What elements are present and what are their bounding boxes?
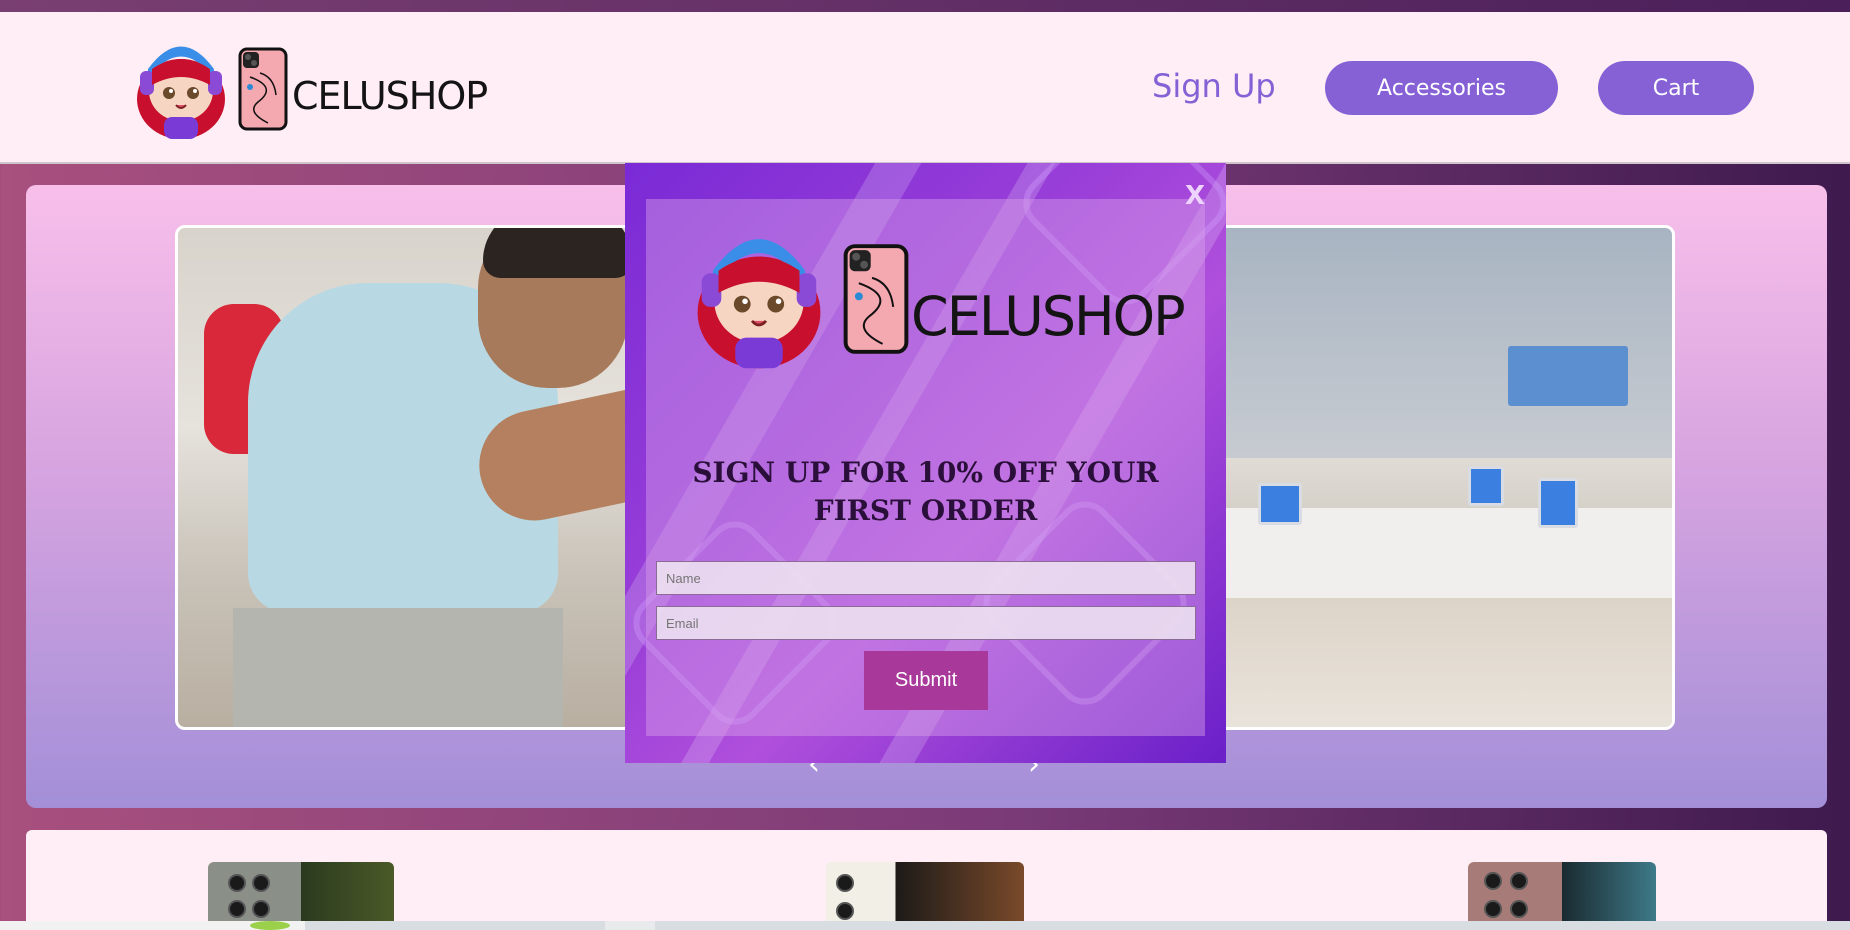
product-strip — [26, 830, 1827, 930]
camera-decor — [252, 874, 270, 892]
camera-decor — [252, 900, 270, 918]
camera-decor — [1484, 900, 1502, 918]
modal-brand-logo: CELUSHOP — [685, 221, 1186, 376]
phone-icon — [843, 243, 909, 354]
nav-accessories-button[interactable]: Accessories — [1325, 61, 1558, 115]
product-card-image[interactable] — [208, 862, 394, 930]
product-card-image[interactable] — [826, 862, 1024, 930]
brand-name: CELUSHOP — [292, 74, 488, 118]
submit-button[interactable]: Submit — [864, 651, 988, 710]
signup-modal: X CELUSHOP SIGN UP FOR 10% OFF YOUR FIRS… — [625, 163, 1226, 763]
phone-icon — [238, 47, 288, 131]
slide-decor — [1218, 228, 1672, 458]
slide-decor — [233, 608, 563, 727]
slide-decor — [1468, 466, 1504, 506]
slide-decor — [1218, 598, 1672, 727]
modal-heading: SIGN UP FOR 10% OFF YOUR FIRST ORDER — [692, 456, 1159, 527]
slide-decor — [483, 228, 633, 278]
nav-cart-button[interactable]: Cart — [1598, 61, 1754, 115]
camera-decor — [1510, 872, 1528, 890]
camera-decor — [1510, 900, 1528, 918]
camera-decor — [228, 874, 246, 892]
mascot-icon — [697, 239, 821, 369]
os-taskbar — [0, 921, 1850, 930]
taskbar-segment — [605, 921, 655, 930]
name-input[interactable] — [656, 561, 1196, 595]
camera-decor — [836, 874, 854, 892]
close-icon[interactable]: X — [1185, 181, 1205, 211]
site-header: CELUSHOP Sign Up Accessories Cart — [0, 12, 1850, 164]
slide-decor — [1538, 478, 1578, 528]
nav-sign-up-link[interactable]: Sign Up — [1152, 67, 1276, 105]
mascot-icon — [137, 46, 225, 139]
email-input[interactable] — [656, 606, 1196, 640]
product-card-image[interactable] — [1468, 862, 1656, 930]
top-strip — [0, 0, 1850, 12]
camera-decor — [228, 900, 246, 918]
brand-logo[interactable]: CELUSHOP — [128, 34, 488, 144]
slide-decor — [1258, 483, 1302, 525]
taskbar-app-icon[interactable] — [250, 921, 290, 930]
modal-brand-name: CELUSHOP — [911, 285, 1186, 348]
camera-decor — [1484, 872, 1502, 890]
camera-decor — [836, 902, 854, 920]
slide-decor — [1508, 346, 1628, 406]
